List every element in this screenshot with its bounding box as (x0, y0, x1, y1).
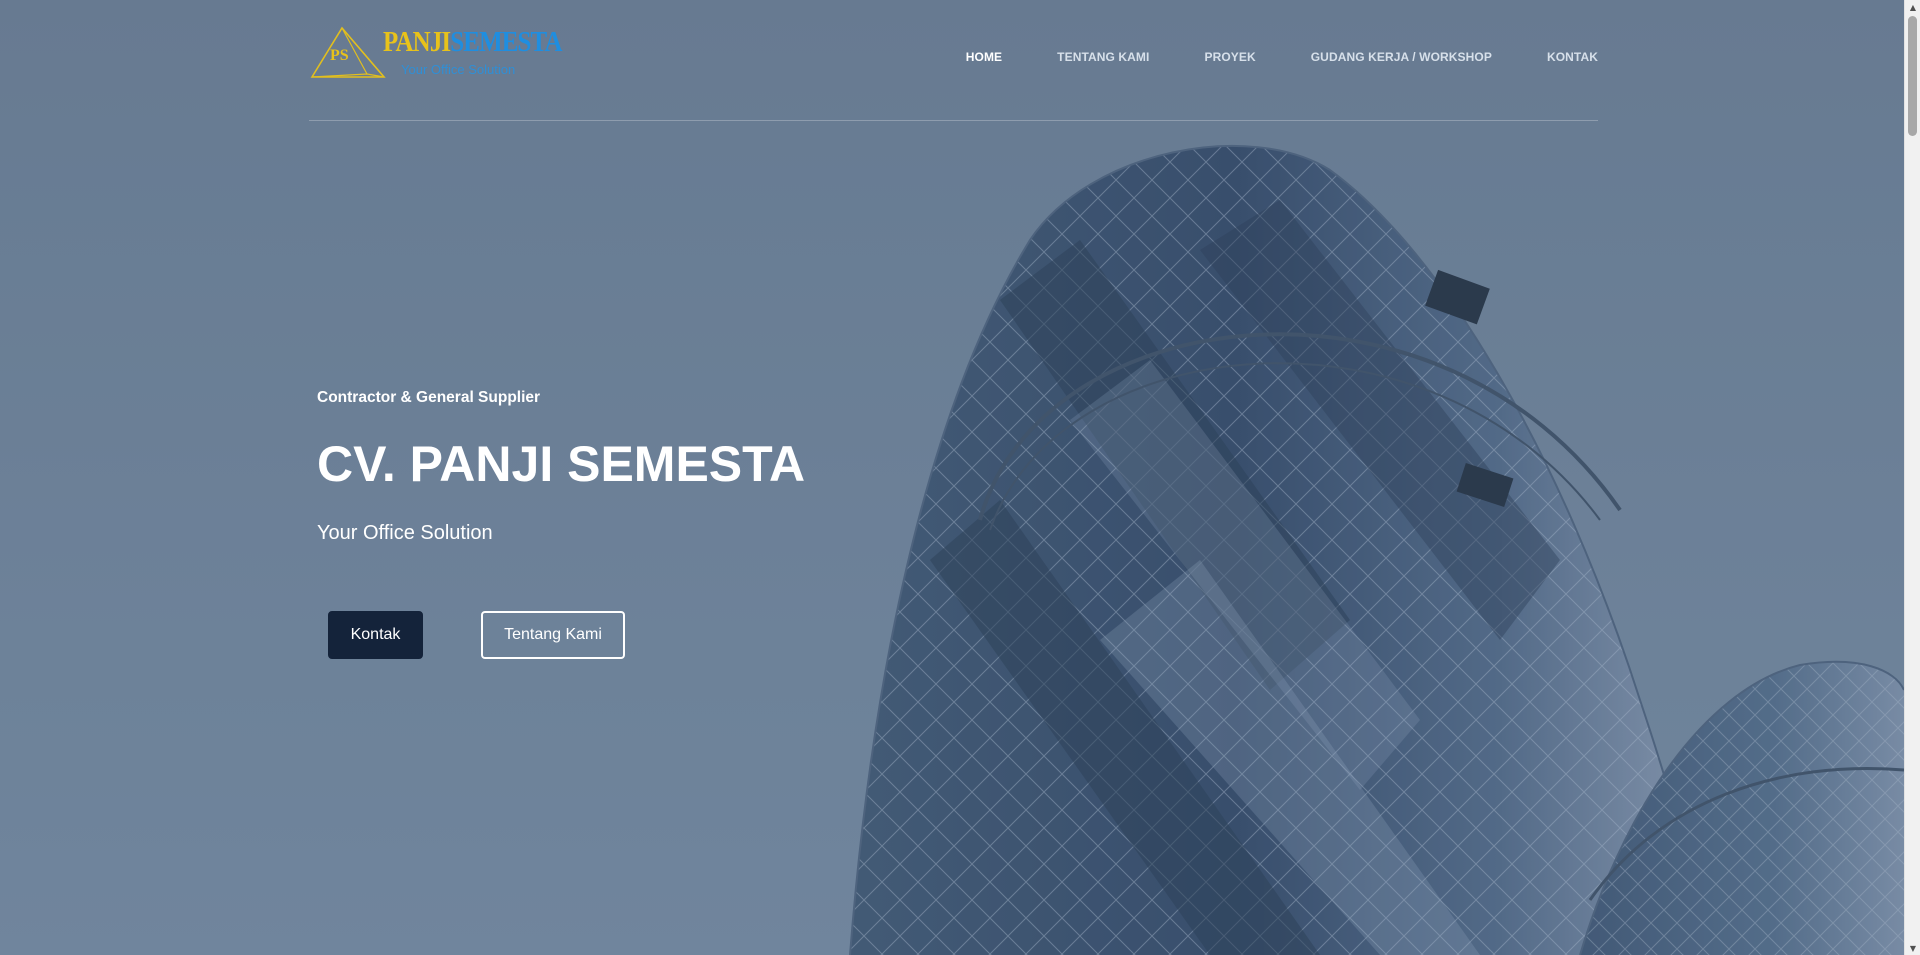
hero-title: CV. PANJI SEMESTA (317, 436, 806, 492)
kontak-button[interactable]: Kontak (328, 611, 423, 659)
hero-tagline: Your Office Solution (317, 522, 493, 544)
page: PS PANJISEMESTA Your Office Solution HOM… (0, 0, 1920, 955)
logo-wordmark: PANJISEMESTA (383, 25, 562, 59)
logo-tagline: Your Office Solution (401, 62, 516, 77)
nav-home[interactable]: HOME (966, 50, 1002, 64)
logo-word-panji: PANJI (383, 26, 451, 58)
scrollbar-thumb[interactable] (1908, 16, 1917, 136)
site-header: PS PANJISEMESTA Your Office Solution HOM… (309, 0, 1598, 121)
scroll-up-arrow-icon[interactable]: ▲ (1905, 0, 1920, 14)
hero-background-image (0, 0, 1904, 955)
page-scrollbar[interactable]: ▲ ▼ (1904, 0, 1920, 955)
logo-word-semesta: SEMESTA (450, 26, 562, 58)
tentang-kami-button[interactable]: Tentang Kami (481, 611, 625, 659)
nav-tentang-kami[interactable]: TENTANG KAMI (1057, 50, 1149, 64)
hero-content: Contractor & General Supplier CV. PANJI … (317, 388, 917, 659)
nav-gudang-kerja-workshop[interactable]: GUDANG KERJA / WORKSHOP (1311, 50, 1492, 64)
hero-subtitle: Contractor & General Supplier (317, 389, 541, 406)
nav-proyek[interactable]: PROYEK (1204, 50, 1255, 64)
nav-kontak[interactable]: KONTAK (1547, 50, 1598, 64)
pyramid-logo-icon: PS (310, 26, 386, 78)
site-logo[interactable]: PS PANJISEMESTA Your Office Solution (309, 22, 562, 82)
main-nav: HOME TENTANG KAMI PROYEK GUDANG KERJA / … (966, 50, 1598, 64)
svg-text:PS: PS (330, 47, 349, 64)
scroll-down-arrow-icon[interactable]: ▼ (1905, 941, 1920, 955)
